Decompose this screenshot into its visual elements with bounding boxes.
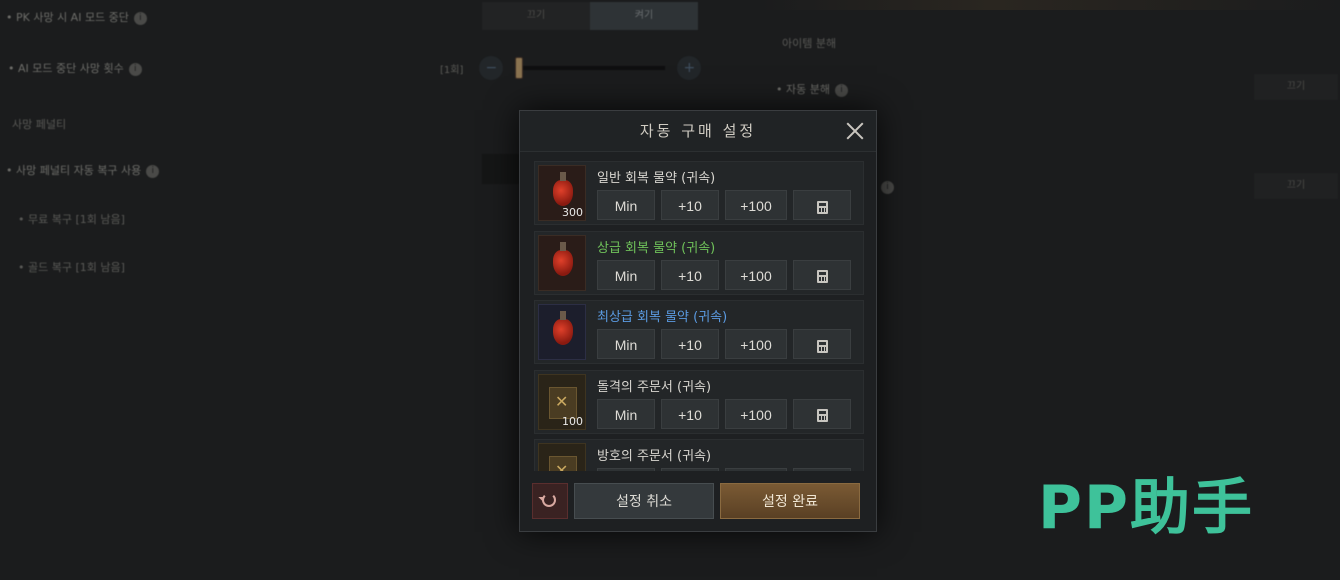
plus10-button[interactable]: +10 (661, 468, 719, 471)
info-icon: i (133, 11, 147, 25)
bg-toggle-off[interactable]: 끄기 (482, 2, 590, 30)
reset-icon (542, 493, 556, 507)
auto-purchase-dialog: 자동 구매 설정 300 일반 회복 물약 (귀속) Min +10 +100 … (519, 110, 877, 532)
bg-slider-value: [1회] (440, 64, 464, 76)
plus100-button[interactable]: +100 (725, 259, 787, 290)
calculator-button[interactable] (793, 468, 851, 471)
list-item: 300 일반 회복 물약 (귀속) Min +10 +100 (534, 161, 864, 225)
item-name: 일반 회복 물약 (귀속) (597, 171, 716, 186)
info-icon: i (128, 62, 142, 76)
list-item: 방호의 주문서 (귀속) Min +10 +100 (534, 439, 864, 471)
min-button[interactable]: Min (597, 259, 655, 290)
slider-thumb[interactable] (515, 57, 524, 79)
plus10-button[interactable]: +10 (661, 259, 719, 290)
list-item: 최상급 회복 물약 (귀속) Min +10 +100 (534, 300, 864, 364)
info-icon: i (146, 164, 160, 178)
list-item: 100 돌격의 주문서 (귀속) Min +10 +100 (534, 369, 864, 434)
calculator-button[interactable] (793, 398, 851, 429)
bg-toggle-on[interactable]: 켜기 (590, 2, 698, 30)
bg-toggle-off[interactable]: 끄기 (1254, 74, 1338, 100)
bg-sub-label: • 무료 복구 [1회 남음] (18, 213, 125, 226)
calculator-button[interactable] (793, 190, 851, 220)
calculator-icon (816, 339, 828, 353)
dialog-title: 자동 구매 설정 (639, 122, 757, 140)
plus100-button[interactable]: +100 (725, 398, 787, 429)
bg-sub-label: • 골드 복구 [1회 남음] (18, 261, 125, 274)
dialog-footer: 설정 취소 설정 완료 (532, 483, 860, 519)
plus10-button[interactable]: +10 (661, 190, 719, 220)
dialog-header: 자동 구매 설정 (520, 111, 876, 152)
bg-setting-label: • 자동 분해 i (776, 81, 848, 97)
minus-icon[interactable]: − (479, 56, 504, 80)
item-qty: 100 (562, 414, 583, 428)
bg-info: i (876, 180, 894, 194)
bg-setting-label: • AI 모드 중단 사망 횟수 i (8, 60, 142, 76)
bg-toggle[interactable]: 끄기 켜기 (482, 2, 698, 30)
plus10-button[interactable]: +10 (661, 329, 719, 359)
plus100-button[interactable]: +100 (725, 329, 787, 359)
item-name: 방호의 주문서 (귀속) (597, 449, 712, 464)
item-name: 돌격의 주문서 (귀속) (597, 379, 712, 395)
plus-icon[interactable]: + (677, 56, 702, 80)
potion-icon (538, 234, 586, 291)
calculator-button[interactable] (793, 259, 851, 290)
calculator-button[interactable] (793, 329, 851, 359)
reset-button[interactable] (532, 483, 568, 519)
calculator-icon (816, 409, 828, 423)
info-icon: i (881, 180, 894, 194)
slider-track[interactable] (515, 57, 666, 79)
plus100-button[interactable]: +100 (725, 190, 787, 220)
potion-icon (538, 304, 586, 360)
bg-control (482, 154, 522, 184)
calculator-icon (816, 200, 828, 214)
bg-section-label: 사망 페널티 (12, 118, 67, 131)
close-icon[interactable] (844, 120, 866, 142)
item-name: 상급 회복 물약 (귀속) (597, 240, 716, 256)
min-button[interactable]: Min (597, 329, 655, 359)
bg-section-label: 아이템 분해 (782, 37, 837, 50)
potion-icon: 300 (538, 165, 586, 221)
bg-setting-label: • 사망 페널티 자동 복구 사용 i (6, 162, 160, 178)
bg-setting-label: • PK 사망 시 AI 모드 중단 i (6, 9, 147, 25)
confirm-button[interactable]: 설정 완료 (720, 483, 860, 519)
item-qty: 300 (562, 206, 583, 219)
list-item: 상급 회복 물약 (귀속) Min +10 +100 (534, 230, 864, 295)
min-button[interactable]: Min (597, 190, 655, 220)
plus10-button[interactable]: +10 (661, 398, 719, 429)
plus100-button[interactable]: +100 (725, 468, 787, 471)
min-button[interactable]: Min (597, 468, 655, 471)
watermark-logo: PP助手 (1038, 473, 1254, 543)
top-decor-bar (760, 0, 1340, 10)
info-icon: i (834, 83, 848, 97)
item-name: 최상급 회복 물약 (귀속) (597, 310, 728, 325)
calculator-icon (816, 270, 828, 284)
bg-toggle-off[interactable]: 끄기 (1254, 173, 1338, 199)
cancel-button[interactable]: 설정 취소 (574, 483, 714, 519)
scroll-icon: 100 (538, 373, 586, 430)
scroll-icon (538, 443, 586, 471)
bg-slider[interactable]: [1회] − + (440, 54, 702, 82)
min-button[interactable]: Min (597, 398, 655, 429)
item-list[interactable]: 300 일반 회복 물약 (귀속) Min +10 +100 상급 회복 물약 … (534, 161, 864, 471)
